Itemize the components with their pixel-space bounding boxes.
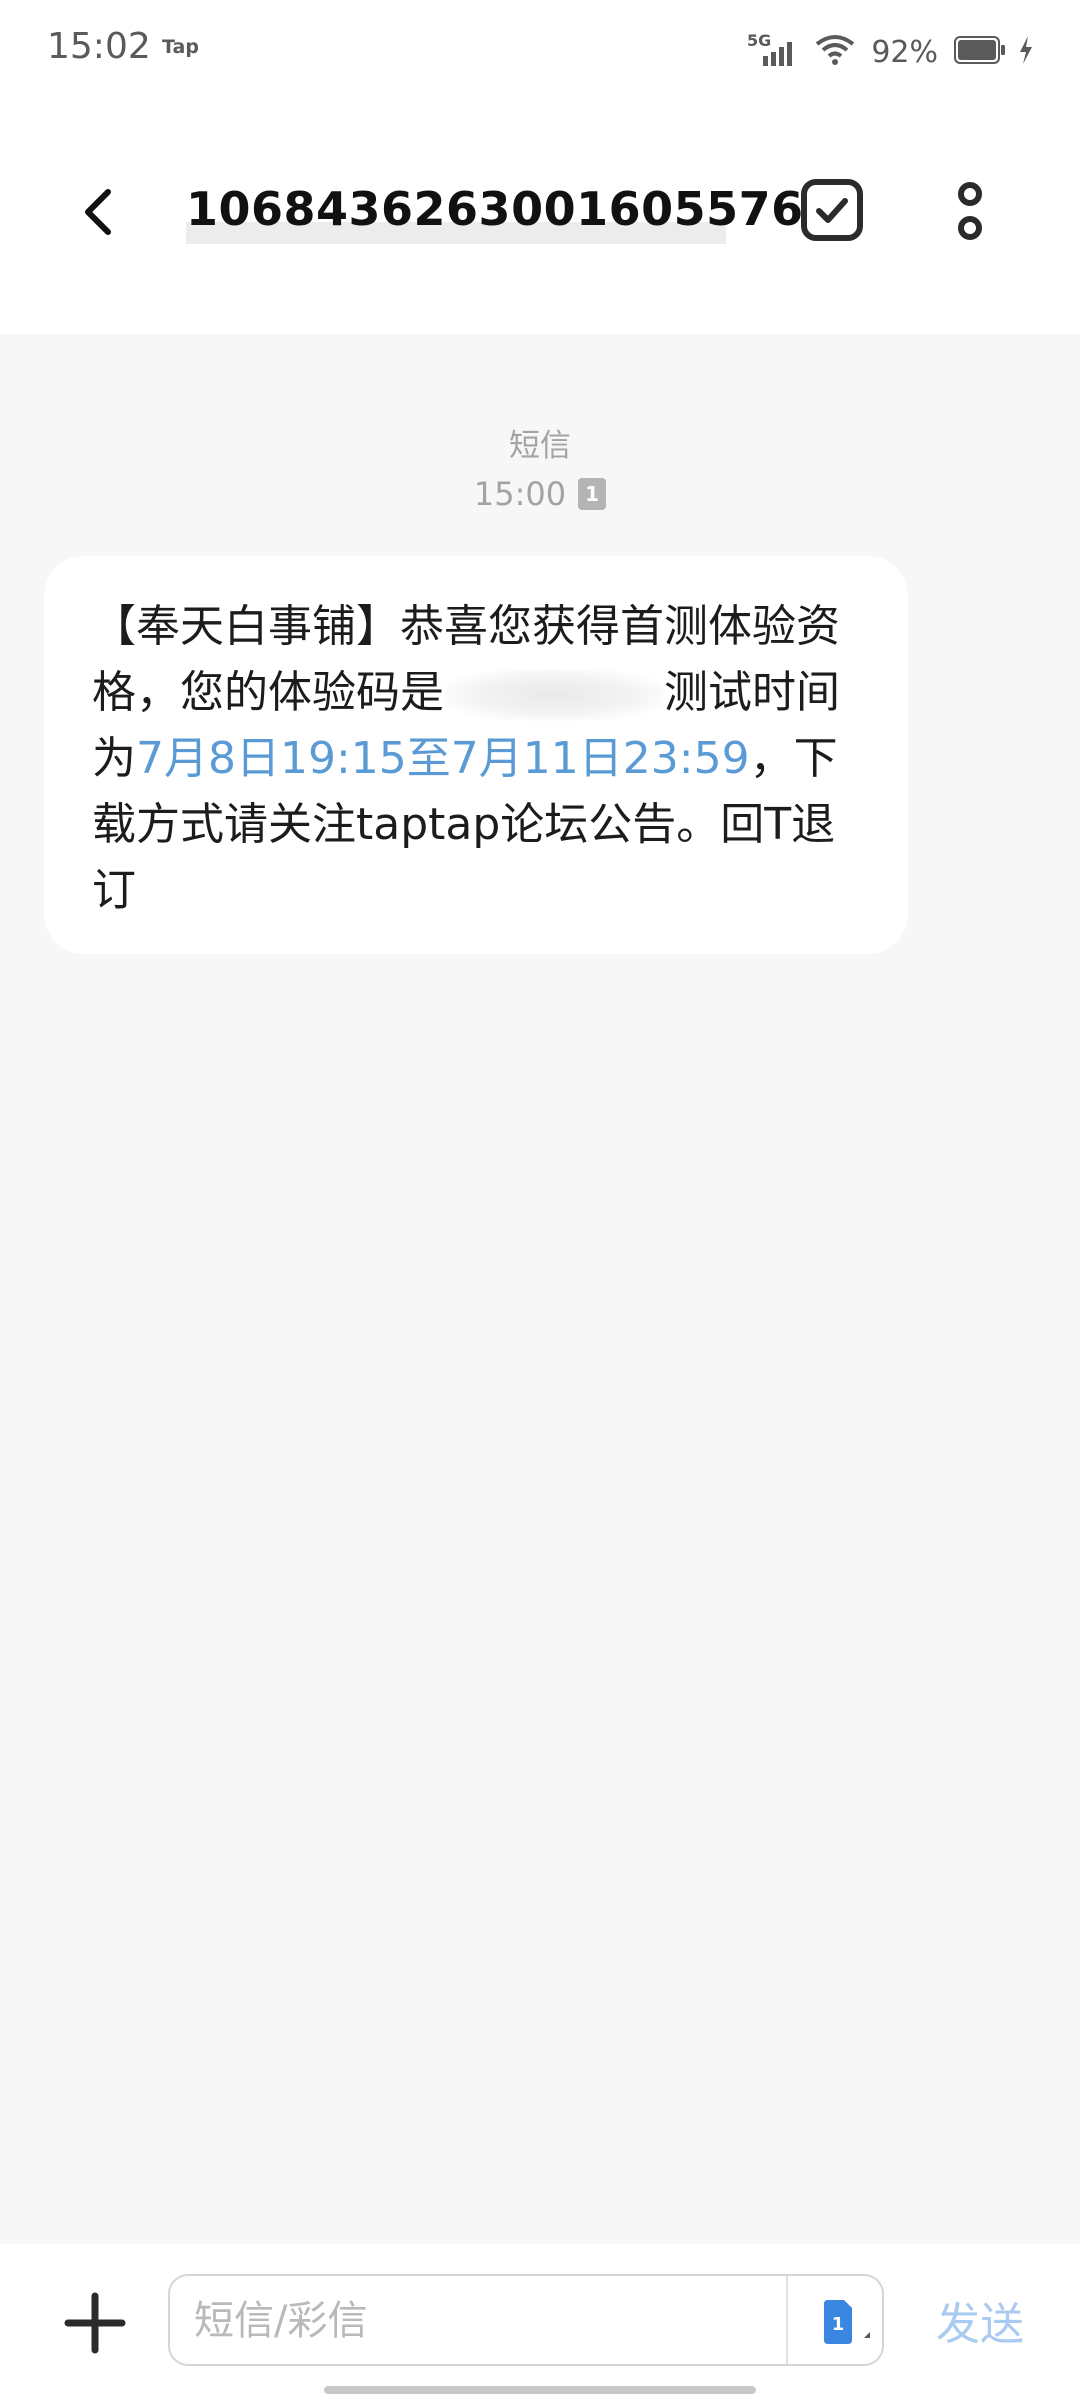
message-time: 15:00 — [473, 475, 567, 513]
status-app-indicator: Tap — [162, 36, 199, 58]
back-button[interactable] — [70, 182, 130, 242]
conversation-header: 1068436263001605576 — [0, 100, 1080, 334]
messaging-screen: 15:02 Tap 5G 92% 1068436263001605576 短信 … — [0, 0, 1080, 2400]
sim-select-button[interactable]: 1 — [804, 2294, 874, 2350]
message-input[interactable] — [192, 2290, 746, 2352]
redacted-code — [444, 669, 664, 721]
wifi-icon — [815, 34, 855, 70]
add-attachment-button[interactable] — [64, 2292, 126, 2354]
checkbox-select-icon — [801, 179, 863, 241]
select-messages-button[interactable] — [800, 178, 864, 242]
charging-bolt-icon — [1018, 36, 1034, 68]
signal-5g-icon: 5G — [747, 30, 797, 74]
status-icons: 5G 92% — [747, 24, 1034, 80]
sim-card-icon: 1 — [824, 2300, 870, 2344]
contact-title[interactable]: 1068436263001605576 — [186, 182, 804, 236]
home-indicator[interactable] — [324, 2386, 756, 2394]
message-bubble[interactable]: 【奉天白事铺】恭喜您获得首测体验资格，您的体验码是 测试时间为7月8日19:15至… — [44, 556, 908, 954]
more-options-button[interactable] — [952, 178, 988, 244]
message-composer: 1 发送 — [0, 2244, 1080, 2400]
message-input-box: 1 — [168, 2274, 884, 2366]
more-vertical-icon — [958, 182, 982, 240]
status-bar: 15:02 Tap 5G 92% — [0, 0, 1080, 100]
date-link[interactable]: 7月8日19:15至7月11日23:59 — [136, 733, 750, 784]
input-divider — [786, 2276, 788, 2364]
battery-icon — [954, 36, 1006, 68]
message-type-label: 短信 — [509, 428, 571, 464]
battery-percent: 92% — [871, 34, 938, 70]
sim-select-label: 1 — [832, 2314, 845, 2335]
message-time-row: 15:00 1 — [0, 475, 1080, 513]
message-meta: 短信 15:00 1 — [0, 420, 1080, 513]
plus-icon — [64, 2292, 126, 2354]
sim-badge: 1 — [578, 478, 607, 510]
send-button[interactable]: 发送 — [936, 2288, 1024, 2352]
back-arrow-icon — [85, 189, 111, 235]
status-time: 15:02 — [47, 26, 151, 67]
svg-text:5G: 5G — [747, 31, 771, 50]
